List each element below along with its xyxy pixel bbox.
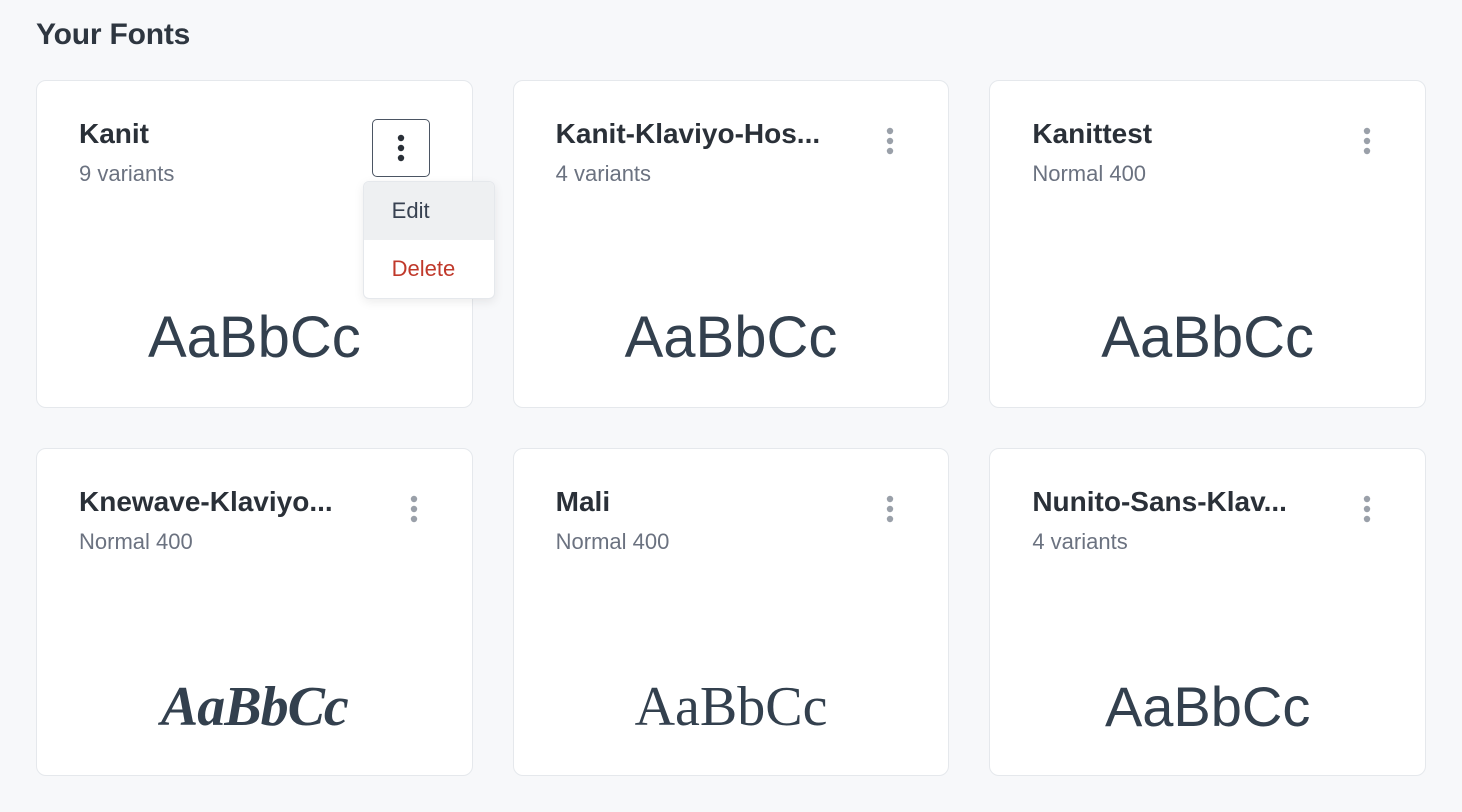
card-title-block: Mali Normal 400 bbox=[556, 485, 670, 555]
card-title-block: Nunito-Sans-Klav... 4 variants bbox=[1032, 485, 1287, 555]
font-card: Mali Normal 400 AaBbCc bbox=[513, 448, 950, 776]
font-variants: 4 variants bbox=[556, 161, 820, 187]
card-title-block: Kanit-Klaviyo-Hos... 4 variants bbox=[556, 117, 820, 187]
font-name: Kanittest bbox=[1032, 117, 1152, 151]
font-name: Kanit bbox=[79, 117, 174, 151]
kebab-icon bbox=[886, 127, 894, 155]
font-preview: AaBbCc bbox=[1032, 309, 1383, 381]
page-title: Your Fonts bbox=[36, 18, 1426, 52]
card-header: Knewave-Klaviyo... Normal 400 bbox=[79, 485, 430, 555]
kebab-icon bbox=[410, 495, 418, 523]
font-name: Kanit-Klaviyo-Hos... bbox=[556, 117, 820, 151]
kebab-icon bbox=[1363, 127, 1371, 155]
kebab-icon bbox=[886, 495, 894, 523]
context-menu: EditDelete bbox=[363, 181, 495, 299]
font-name: Mali bbox=[556, 485, 670, 519]
more-options-button[interactable] bbox=[874, 487, 906, 531]
card-title-block: Kanittest Normal 400 bbox=[1032, 117, 1152, 187]
font-card: Kanit-Klaviyo-Hos... 4 variants AaBbCc bbox=[513, 80, 950, 408]
card-header: Nunito-Sans-Klav... 4 variants bbox=[1032, 485, 1383, 555]
font-card: Kanit9 variantsEditDeleteAaBbCc bbox=[36, 80, 473, 408]
kebab-icon bbox=[397, 134, 405, 162]
card-header: Kanit-Klaviyo-Hos... 4 variants bbox=[556, 117, 907, 187]
more-options-button[interactable] bbox=[1351, 487, 1383, 531]
more-options-button[interactable] bbox=[398, 487, 430, 531]
font-variants: Normal 400 bbox=[1032, 161, 1152, 187]
font-preview: AaBbCc bbox=[556, 679, 907, 749]
kebab-icon bbox=[1363, 495, 1371, 523]
font-variants: Normal 400 bbox=[79, 529, 333, 555]
font-variants: Normal 400 bbox=[556, 529, 670, 555]
card-header: Mali Normal 400 bbox=[556, 485, 907, 555]
fonts-grid: Kanit9 variantsEditDeleteAaBbCcKanit-Kla… bbox=[36, 80, 1426, 776]
card-title-block: Knewave-Klaviyo... Normal 400 bbox=[79, 485, 333, 555]
font-preview: AaBbCc bbox=[556, 309, 907, 381]
more-options-button[interactable] bbox=[1351, 119, 1383, 163]
font-variants: 4 variants bbox=[1032, 529, 1287, 555]
card-header: Kanit 9 variants bbox=[79, 117, 430, 187]
font-preview: AaBbCc bbox=[1032, 679, 1383, 749]
more-options-button[interactable] bbox=[874, 119, 906, 163]
font-card: Knewave-Klaviyo... Normal 400 AaBbCc bbox=[36, 448, 473, 776]
edit-menu-item[interactable]: Edit bbox=[364, 182, 494, 240]
font-card: Kanittest Normal 400 AaBbCc bbox=[989, 80, 1426, 408]
delete-menu-item[interactable]: Delete bbox=[364, 240, 494, 298]
font-card: Nunito-Sans-Klav... 4 variants AaBbCc bbox=[989, 448, 1426, 776]
more-options-button[interactable] bbox=[372, 119, 430, 177]
font-preview: AaBbCc bbox=[79, 679, 430, 749]
font-name: Knewave-Klaviyo... bbox=[79, 485, 333, 519]
card-title-block: Kanit 9 variants bbox=[79, 117, 174, 187]
card-header: Kanittest Normal 400 bbox=[1032, 117, 1383, 187]
font-preview: AaBbCc bbox=[79, 309, 430, 381]
font-name: Nunito-Sans-Klav... bbox=[1032, 485, 1287, 519]
font-variants: 9 variants bbox=[79, 161, 174, 187]
